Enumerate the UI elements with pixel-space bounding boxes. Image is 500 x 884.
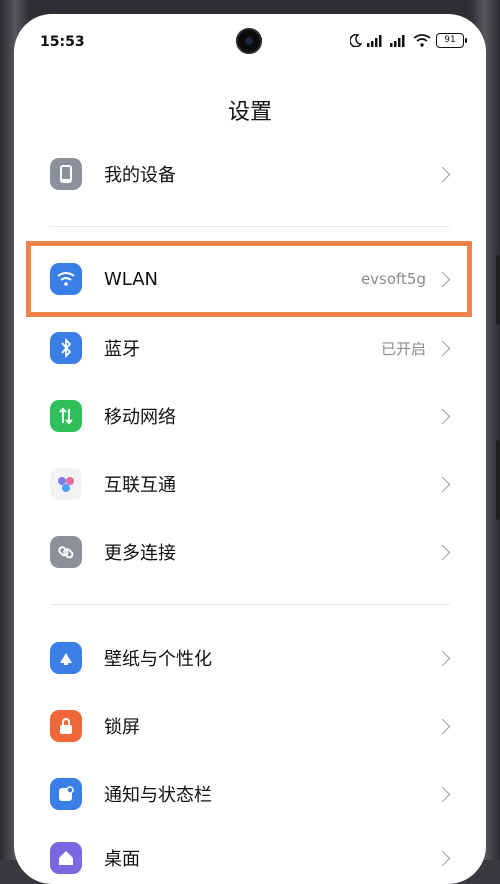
settings-item-interconnect[interactable]: 互联互通 [14, 452, 486, 516]
notification-icon [50, 778, 82, 810]
settings-screen: 15:53 91 设置 我的设备 WLAN evsoft5g 蓝牙 已开启 移动… [14, 14, 486, 884]
home-icon [50, 842, 82, 874]
battery-indicator: 91 [436, 33, 467, 48]
wifi-status-icon [413, 34, 431, 47]
chevron-right-icon [434, 786, 451, 802]
highlight-box [26, 241, 472, 317]
item-label: 蓝牙 [104, 339, 140, 360]
item-value: 已开启 [380, 339, 426, 358]
lock-icon [50, 710, 82, 742]
wallpaper-icon [50, 642, 82, 674]
item-label: 通知与状态栏 [104, 785, 212, 806]
settings-item-lock-screen[interactable]: 锁屏 [14, 694, 486, 758]
more-connections-icon [50, 536, 82, 568]
settings-item-home-screen[interactable]: 桌面 [14, 826, 486, 884]
item-label: 我的设备 [104, 165, 176, 186]
bluetooth-icon [50, 332, 82, 364]
signal-hd-icon [367, 35, 382, 47]
item-label: 更多连接 [104, 543, 176, 564]
moon-icon [350, 34, 362, 47]
phone-frame: 15:53 91 设置 我的设备 WLAN evsoft5g 蓝牙 已开启 移动… [0, 0, 500, 884]
settings-item-bluetooth[interactable]: 蓝牙 已开启 [14, 316, 486, 380]
mobile-network-icon [50, 400, 82, 432]
chevron-right-icon [434, 166, 451, 182]
item-label: 壁纸与个性化 [104, 649, 212, 670]
settings-item-mobile-network[interactable]: 移动网络 [14, 384, 486, 448]
settings-item-my-device[interactable]: 我的设备 [14, 142, 486, 206]
power-button [496, 440, 500, 520]
item-label: 移动网络 [104, 407, 176, 428]
settings-item-more-connections[interactable]: 更多连接 [14, 520, 486, 584]
page-title: 设置 [227, 100, 272, 125]
chevron-right-icon [434, 408, 451, 424]
status-time: 15:53 [40, 34, 85, 50]
front-camera [236, 28, 262, 54]
chevron-right-icon [434, 850, 451, 866]
status-bar: 15:53 91 [14, 14, 486, 54]
signal-hd-icon-2 [390, 35, 405, 47]
chevron-right-icon [434, 718, 451, 734]
chevron-right-icon [434, 476, 451, 492]
section-divider [50, 604, 450, 605]
item-label: 桌面 [104, 849, 140, 870]
section-divider [50, 226, 450, 227]
chevron-right-icon [434, 544, 451, 560]
volume-button [496, 255, 500, 325]
interconnect-icon [50, 468, 82, 500]
status-icons: 91 [350, 33, 467, 48]
item-label: 锁屏 [104, 717, 140, 738]
device-icon [50, 158, 82, 190]
settings-item-notifications[interactable]: 通知与状态栏 [14, 762, 486, 826]
chevron-right-icon [434, 340, 451, 356]
settings-item-wallpaper[interactable]: 壁纸与个性化 [14, 626, 486, 690]
chevron-right-icon [434, 650, 451, 666]
item-label: 互联互通 [104, 475, 176, 496]
